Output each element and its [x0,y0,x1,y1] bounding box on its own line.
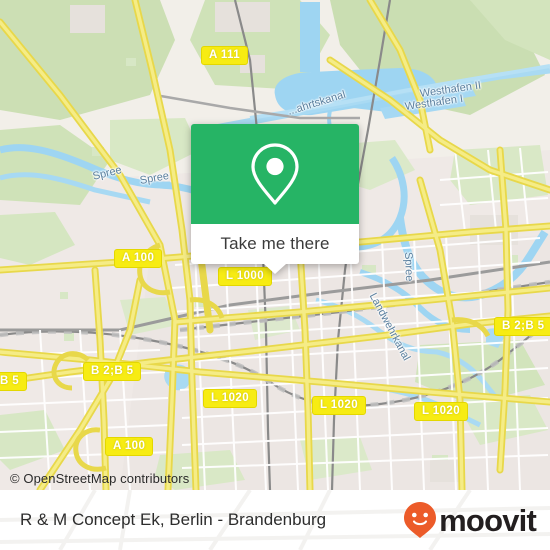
place-title: R & M Concept Ek, Berlin - Brandenburg [20,510,327,529]
road-shield: L 1020 [203,389,257,408]
road-shield: B 5 [0,372,28,391]
moovit-location-page: A 111 A 100 L 1000 B 2;B 5B 2;B 5B 5L 1020 L… [0,0,550,550]
moovit-logo[interactable]: moovit [403,501,537,539]
road-shield: B 2;B 5 [83,362,142,381]
road-shield: L 1020 [414,402,468,421]
map-attribution[interactable]: © OpenStreetMap contributors [10,471,189,486]
page-footer: R & M Concept Ek, Berlin - Brandenburg m… [0,490,550,550]
take-me-there-label: Take me there [220,234,330,253]
location-callout-card[interactable]: Take me there [191,124,359,274]
take-me-there-button[interactable]: Take me there [191,224,359,264]
location-pin-icon [251,143,299,205]
road-shield: L 1020 [312,396,366,415]
map-label: Spree [402,251,416,282]
road-shield: A 100 [114,249,163,268]
callout-icon-area [191,124,359,224]
road-shield: B 2;B 5 [494,317,550,336]
moovit-wordmark: moovit [439,502,537,538]
moovit-smiley-pin-icon [404,502,437,538]
road-shield: A 111 [201,46,248,65]
road-shield: A 100 [105,437,154,456]
callout-pointer-tail [264,264,286,274]
